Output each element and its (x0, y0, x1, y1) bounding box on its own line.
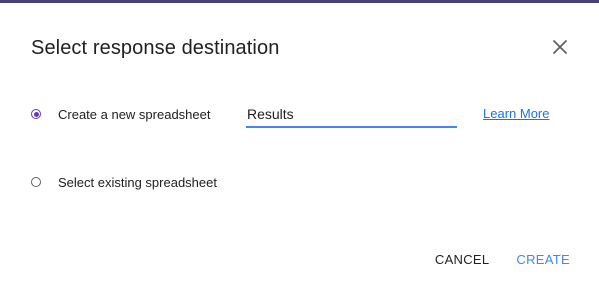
spreadsheet-name-input[interactable] (246, 102, 457, 126)
new-spreadsheet-label: Create a new spreadsheet (58, 106, 211, 122)
radio-existing-spreadsheet[interactable] (31, 177, 41, 187)
input-underline (246, 126, 457, 128)
radio-new-spreadsheet[interactable] (31, 109, 41, 119)
create-button[interactable]: CREATE (516, 252, 570, 267)
learn-more-link[interactable]: Learn More (483, 106, 549, 121)
dialog-title: Select response destination (31, 37, 280, 59)
option-new-spreadsheet[interactable]: Create a new spreadsheet (31, 102, 210, 126)
cancel-button[interactable]: CANCEL (435, 252, 490, 267)
spreadsheet-name-field[interactable] (246, 102, 457, 128)
option-existing-spreadsheet[interactable]: Select existing spreadsheet (31, 170, 217, 194)
close-icon (553, 40, 567, 54)
response-destination-dialog: Select response destination Create a new… (0, 0, 599, 295)
close-button[interactable] (549, 36, 571, 58)
existing-spreadsheet-label: Select existing spreadsheet (58, 174, 217, 190)
dialog-actions: CANCEL CREATE (435, 252, 570, 267)
dialog-top-bar (0, 0, 599, 3)
